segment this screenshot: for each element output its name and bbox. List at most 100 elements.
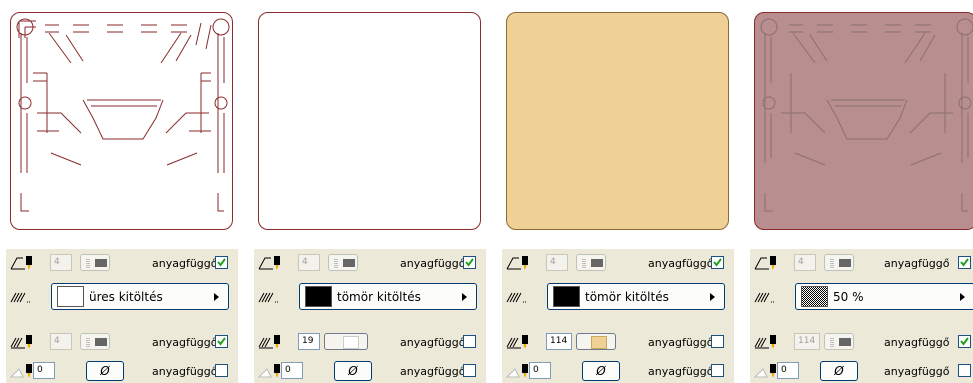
fill-type-label: tömör kitöltés [337, 290, 421, 304]
pen-number-field[interactable]: 4 [794, 254, 816, 271]
pen-row: 4 anyagfüggő [502, 251, 734, 275]
material-column-2: 4 anyagfüggő tömör kitöltés 19 anyagfügg… [254, 0, 486, 383]
fill-swatch [801, 286, 828, 307]
hatch-icon [753, 290, 781, 308]
fill-pen-number-field[interactable]: 114 [546, 333, 572, 350]
fill-pen-number-field[interactable]: 114 [794, 333, 820, 350]
fill-type-button[interactable]: 50 % [795, 283, 973, 310]
material-dependent-label: anyagfüggő [648, 365, 714, 378]
material-dependent-checkbox[interactable] [958, 364, 971, 377]
material-dependent-label: anyagfüggő [648, 336, 714, 349]
preview-outline-drawing [10, 12, 233, 230]
background-pen-field[interactable]: 0 [281, 362, 303, 379]
fill-swatch [57, 286, 84, 307]
background-pen-row: 0 Ø anyagfüggő [750, 359, 973, 383]
material-dependent-checkbox[interactable] [711, 256, 724, 269]
background-pen-row: 0 Ø anyagfüggő [254, 359, 486, 383]
fill-type-label: 50 % [833, 290, 864, 304]
line-type-button[interactable] [824, 254, 854, 271]
fill-type-button[interactable]: üres kitöltés [51, 283, 229, 310]
background-pen-field[interactable]: 0 [33, 362, 55, 379]
line-pen-icon [9, 254, 37, 272]
settings-panel: 4 anyagfüggő tömör kitöltés 19 anyagfügg… [254, 249, 486, 383]
pen-number-field[interactable]: 4 [546, 254, 568, 271]
material-dependent-checkbox[interactable] [711, 364, 724, 377]
fill-pen-row: 114 anyagfüggő [750, 330, 973, 354]
material-dependent-checkbox[interactable] [215, 256, 228, 269]
material-dependent-label: anyagfüggő [884, 257, 950, 270]
material-column-4: 4 anyagfüggő 50 % 114 anyagfüggő 0 Ø any… [750, 0, 973, 383]
settings-panel: 4 anyagfüggő 50 % 114 anyagfüggő 0 Ø any… [750, 249, 973, 383]
pen-row: 4 anyagfüggő [254, 251, 486, 275]
background-pen-field[interactable]: 0 [777, 362, 799, 379]
material-dependent-label: anyagfüggő [884, 336, 950, 349]
hatch-icon [9, 290, 37, 308]
fill-pen-icon [753, 333, 781, 351]
fill-pattern-button[interactable] [80, 333, 110, 350]
fill-pen-number-field[interactable]: 19 [298, 333, 320, 350]
preview-rose-outline [754, 12, 973, 230]
settings-panel: 4 anyagfüggő tömör kitöltés 114 anyagfüg… [502, 249, 734, 383]
transparent-background-button[interactable]: Ø [820, 361, 858, 381]
fill-row: 50 % [750, 283, 973, 311]
transparent-background-button[interactable]: Ø [86, 361, 124, 381]
material-dependent-checkbox[interactable] [215, 335, 228, 348]
hatch-icon [505, 290, 533, 308]
fill-pen-number-field[interactable]: 4 [50, 333, 72, 350]
settings-panel: 4 anyagfüggő üres kitöltés 4 anyagfüggő … [6, 249, 238, 383]
material-dependent-checkbox[interactable] [711, 335, 724, 348]
material-dependent-label: anyagfüggő [400, 336, 466, 349]
pen-number-field[interactable]: 4 [298, 254, 320, 271]
fill-type-button[interactable]: tömör kitöltés [547, 283, 725, 310]
transparent-background-button[interactable]: Ø [334, 361, 372, 381]
color-swatch [343, 336, 359, 349]
material-dependent-label: anyagfüggő [152, 365, 218, 378]
line-pen-icon [505, 254, 533, 272]
material-dependent-checkbox[interactable] [463, 256, 476, 269]
fill-type-button[interactable]: tömör kitöltés [299, 283, 477, 310]
fill-pen-row: 114 anyagfüggő [502, 330, 734, 354]
material-dependent-label: anyagfüggő [648, 257, 714, 270]
fill-pen-color-button[interactable] [576, 333, 616, 350]
material-dependent-checkbox[interactable] [958, 256, 971, 269]
line-type-button[interactable] [328, 254, 358, 271]
material-dependent-checkbox[interactable] [463, 364, 476, 377]
background-pen-row: 0 Ø anyagfüggő [502, 359, 734, 383]
material-dependent-label: anyagfüggő [152, 336, 218, 349]
fill-pen-row: 4 anyagfüggő [6, 330, 238, 354]
fill-type-label: tömör kitöltés [585, 290, 669, 304]
line-type-button[interactable] [576, 254, 606, 271]
line-pen-icon [257, 254, 285, 272]
background-pen-row: 0 Ø anyagfüggő [6, 359, 238, 383]
transparent-background-button[interactable]: Ø [582, 361, 620, 381]
submenu-arrow-icon [710, 293, 715, 301]
material-dependent-label: anyagfüggő [400, 257, 466, 270]
fill-pattern-button[interactable] [824, 333, 854, 350]
pen-row: 4 anyagfüggő [750, 251, 973, 275]
submenu-arrow-icon [214, 293, 219, 301]
pen-row: 4 anyagfüggő [6, 251, 238, 275]
line-type-button[interactable] [80, 254, 110, 271]
submenu-arrow-icon [462, 293, 467, 301]
preview-solid-cream [506, 12, 729, 230]
material-dependent-checkbox[interactable] [215, 364, 228, 377]
fill-pen-icon [257, 333, 285, 351]
fill-swatch [553, 286, 580, 307]
fill-pen-icon [9, 333, 37, 351]
fill-pen-row: 19 anyagfüggő [254, 330, 486, 354]
fill-row: tömör kitöltés [254, 283, 486, 311]
material-column-1: 4 anyagfüggő üres kitöltés 4 anyagfüggő … [6, 0, 238, 383]
fill-swatch [305, 286, 332, 307]
submenu-arrow-icon [960, 293, 965, 301]
fill-type-label: üres kitöltés [89, 290, 163, 304]
material-column-3: 4 anyagfüggő tömör kitöltés 114 anyagfüg… [502, 0, 734, 383]
material-dependent-label: anyagfüggő [152, 257, 218, 270]
material-dependent-checkbox[interactable] [958, 335, 971, 348]
fill-row: tömör kitöltés [502, 283, 734, 311]
fill-pen-color-button[interactable] [324, 333, 368, 350]
background-pen-field[interactable]: 0 [529, 362, 551, 379]
pen-number-field[interactable]: 4 [50, 254, 72, 271]
material-dependent-checkbox[interactable] [463, 335, 476, 348]
material-dependent-label: anyagfüggő [884, 365, 950, 378]
hatch-icon [257, 290, 285, 308]
